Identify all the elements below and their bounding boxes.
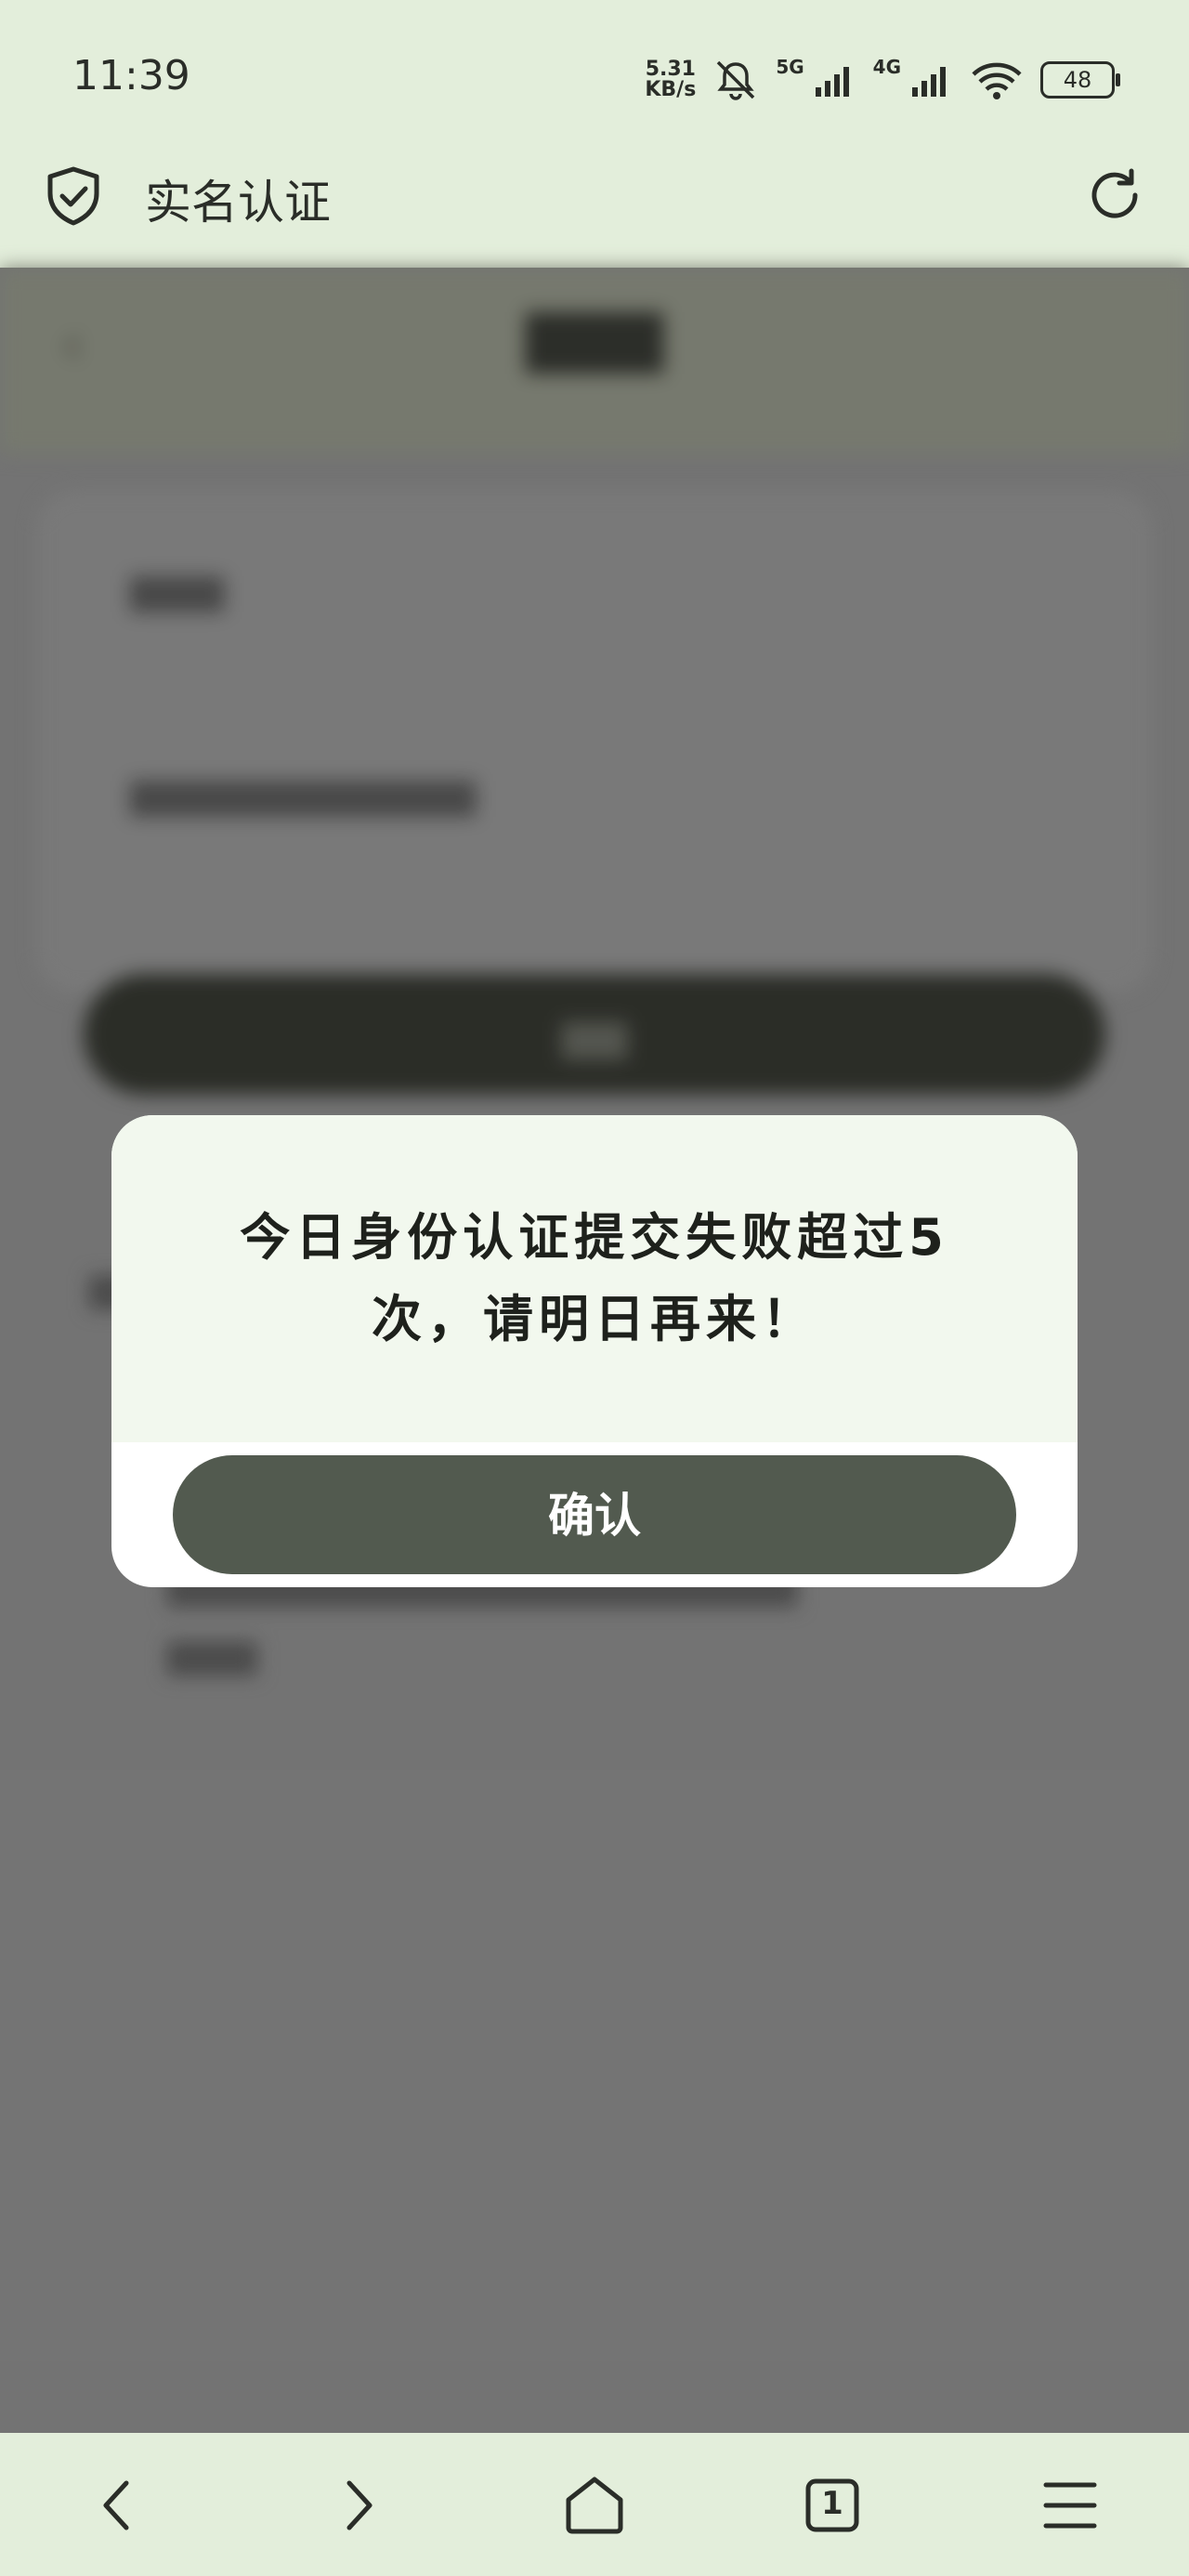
home-icon[interactable] — [561, 2472, 628, 2539]
alert-dialog: 今日身份认证提交失败超过5 次，请明日再来！ 确认 — [111, 1115, 1078, 1587]
dialog-message-line1: 今日身份认证提交失败超过5 — [240, 1208, 949, 1267]
refresh-icon[interactable] — [1085, 165, 1144, 225]
dialog-message: 今日身份认证提交失败超过5 次，请明日再来！ — [214, 1197, 975, 1360]
shield-check-icon[interactable] — [45, 165, 102, 227]
status-time: 11:39 — [72, 52, 190, 99]
signal-icon — [815, 67, 849, 97]
status-bar: 11:39 5.31 KB/s 5G 4G 48 — [0, 0, 1189, 158]
menu-icon[interactable] — [1037, 2472, 1104, 2539]
battery-indicator: 48 — [1040, 61, 1120, 99]
signal-icon — [912, 67, 946, 97]
net-speed: 5.31 KB/s — [645, 58, 697, 101]
dialog-message-line2: 次，请明日再来！ — [372, 1290, 817, 1348]
page-title: 实名认证 — [145, 176, 331, 230]
sim1-label: 5G — [776, 56, 804, 78]
confirm-button[interactable]: 确认 — [173, 1455, 1016, 1574]
wifi-icon — [972, 62, 1022, 99]
back-icon[interactable] — [85, 2472, 152, 2539]
tabs-button[interactable]: 1 — [799, 2472, 866, 2539]
status-icons: 5.31 KB/s 5G 4G 48 — [645, 56, 1120, 104]
tab-count: 1 — [821, 2485, 843, 2522]
forward-icon[interactable] — [323, 2472, 390, 2539]
mute-icon — [717, 60, 755, 100]
sim2-label: 4G — [872, 56, 901, 78]
